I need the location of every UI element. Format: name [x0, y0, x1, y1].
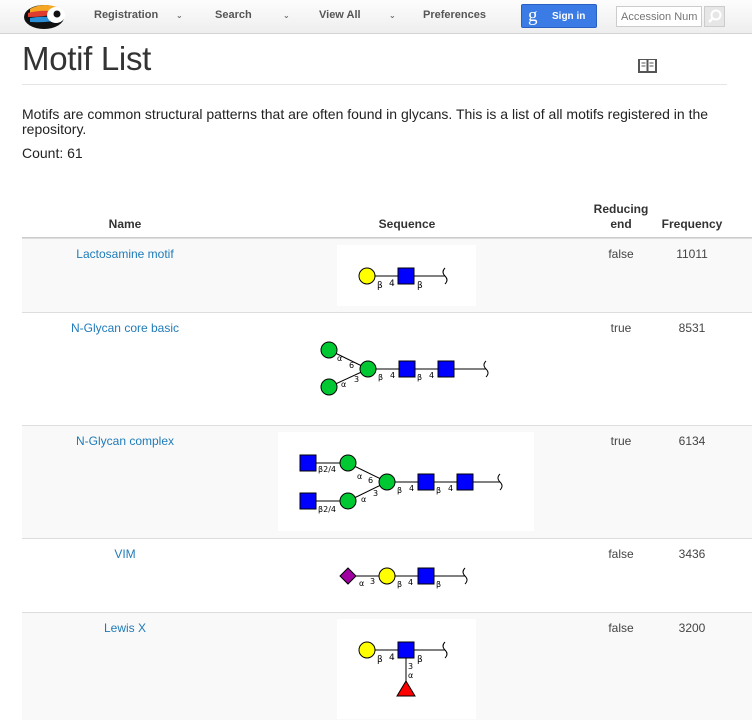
linkage-position: 4: [390, 371, 395, 380]
search-button[interactable]: [704, 6, 725, 27]
linkage-anomer: α: [408, 671, 413, 680]
linkage-anomer: α: [341, 380, 346, 389]
accession-search-input[interactable]: [616, 6, 702, 27]
linkage-anomer: β: [377, 655, 383, 665]
glycan-image[interactable]: β 4 β: [337, 245, 476, 306]
chevron-down-icon[interactable]: ⌄: [176, 0, 183, 34]
linkage-position: 3: [408, 662, 413, 671]
page-title: Motif List: [22, 40, 152, 77]
sign-in-label: Sign in: [552, 11, 586, 22]
frequency-value: 6134: [678, 434, 706, 448]
linkage-position: 3: [354, 375, 359, 384]
table-row: Lactosamine motif β 4 β false 11011: [22, 238, 752, 312]
nav-search-label: Search: [215, 9, 252, 21]
frequency-value: 3200: [678, 621, 706, 635]
motif-name-link[interactable]: VIM: [22, 547, 228, 561]
glycan-image[interactable]: α 3 β 4 β: [335, 562, 495, 592]
linkage-position: 4: [409, 484, 414, 493]
linkage-position: 4: [408, 578, 413, 587]
linkage-anomer: α: [361, 495, 366, 504]
book-icon[interactable]: [638, 58, 657, 74]
linkage-anomer: α: [359, 579, 364, 588]
linkage-anomer: α: [337, 354, 342, 363]
frequency-value: 11011: [676, 247, 708, 261]
linkage-anomer: β: [436, 486, 441, 495]
chevron-down-icon[interactable]: ⌄: [283, 0, 290, 34]
table-row: Lewis X β 4 β 3 α false 3200: [22, 612, 752, 720]
nav-registration-label: Registration: [94, 9, 159, 21]
table-row: N-Glycan core basic α 6 α 3 β 4 β 4 true…: [22, 312, 752, 425]
nav-view-all-label: View All: [319, 9, 361, 21]
glycan-image[interactable]: β 4 β 3 α: [337, 619, 476, 719]
glycan-structure: β 4 β: [358, 267, 448, 291]
nav-view-all[interactable]: View All: [319, 0, 361, 34]
linkage-position: 4: [389, 279, 395, 289]
linkage-anomer: β: [436, 580, 441, 589]
linkage-position: 3: [373, 489, 378, 498]
page-description: Motifs are common structural patterns th…: [22, 106, 709, 137]
table-row: VIM α 3 β 4 β false 3436: [22, 538, 752, 612]
nav-preferences[interactable]: Preferences: [423, 0, 486, 34]
table-row: N-Glycan complex β2/4 β2/4 α 6 α 3 β 4 β: [22, 425, 752, 538]
linkage-anomer: β: [397, 580, 402, 589]
motif-name-link[interactable]: Lactosamine motif: [22, 247, 228, 261]
linkage-position: 6: [368, 476, 373, 485]
linkage-position: 4: [429, 371, 434, 380]
linkage-anomer: β: [397, 486, 402, 495]
top-navbar: Registration ⌄ Search ⌄ View All ⌄ Prefe…: [0, 0, 752, 34]
google-sign-in-button[interactable]: g Sign in: [521, 4, 597, 28]
magnifier-icon: [708, 9, 722, 23]
reducing-end-value: false: [608, 547, 634, 561]
linkage-anomer: β: [417, 281, 423, 291]
reducing-end-value: true: [610, 434, 632, 448]
linkage-position: 3: [370, 577, 375, 586]
column-header-frequency[interactable]: Frequency: [656, 217, 728, 232]
linkage-anomer: α: [357, 472, 362, 481]
google-g-icon: g: [528, 5, 538, 26]
nav-search[interactable]: Search: [215, 0, 252, 34]
frequency-value: 3436: [678, 547, 706, 561]
motif-count: Count: 61: [22, 145, 83, 161]
column-header-reducing-end[interactable]: Reducing end: [586, 202, 656, 232]
nav-preferences-label: Preferences: [423, 9, 486, 21]
linkage-position: 6: [349, 361, 354, 370]
linkage-label: β2/4: [318, 465, 336, 474]
chevron-down-icon[interactable]: ⌄: [389, 0, 396, 34]
column-header-name[interactable]: Name: [22, 217, 228, 232]
column-header-sequence[interactable]: Sequence: [228, 217, 586, 232]
motif-name-link[interactable]: N-Glycan complex: [22, 434, 228, 448]
linkage-position: 4: [448, 484, 453, 493]
glycan-image[interactable]: β2/4 β2/4 α 6 α 3 β 4 β 4: [278, 432, 534, 531]
motif-name-link[interactable]: N-Glycan core basic: [22, 321, 228, 335]
reducing-end-value: false: [608, 621, 634, 635]
toucan-logo[interactable]: [22, 3, 70, 30]
frequency-value: 8531: [678, 321, 706, 335]
motif-name-link[interactable]: Lewis X: [22, 621, 228, 635]
linkage-anomer: β: [417, 655, 423, 665]
glycan-structure: β2/4 β2/4 α 6 α 3 β 4 β 4: [299, 454, 503, 514]
linkage-anomer: β: [378, 373, 383, 382]
reducing-end-value: true: [610, 321, 632, 335]
linkage-anomer: β: [417, 373, 422, 382]
glycan-structure: β 4 β 3 α: [358, 641, 448, 697]
glycan-structure: α 6 α 3 β 4 β 4: [320, 341, 489, 396]
title-divider: [22, 84, 727, 85]
glycan-image[interactable]: α 6 α 3 β 4 β 4: [305, 335, 495, 405]
nav-registration[interactable]: Registration: [94, 0, 158, 34]
glycan-structure: α 3 β 4 β: [339, 567, 468, 589]
linkage-position: 4: [389, 653, 395, 663]
linkage-anomer: β: [377, 281, 383, 291]
linkage-label: β2/4: [318, 505, 336, 514]
reducing-end-value: false: [608, 247, 634, 261]
